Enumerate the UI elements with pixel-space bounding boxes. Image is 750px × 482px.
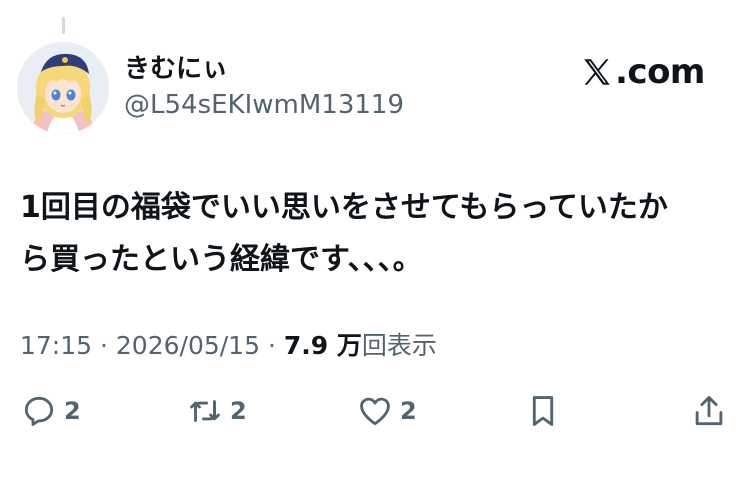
tweet-time[interactable]: 17:15	[20, 331, 92, 360]
bookmark-icon	[532, 396, 554, 426]
heart-icon	[360, 397, 390, 426]
retweet-icon	[190, 400, 220, 422]
bookmark-button[interactable]	[524, 392, 562, 430]
reply-count: 2	[64, 397, 81, 425]
display-name[interactable]: きむにぃ	[124, 52, 404, 86]
anime-avatar-image	[17, 42, 109, 134]
views-count: 7.9 万	[283, 331, 362, 360]
reply-icon	[24, 396, 54, 426]
like-count: 2	[400, 397, 417, 425]
share-icon	[695, 396, 723, 426]
meta-separator: ·	[100, 331, 108, 360]
brand-suffix: .com	[615, 52, 705, 92]
x-logo-icon	[584, 59, 610, 85]
meta-separator: ·	[267, 331, 276, 360]
thread-connector-line	[62, 17, 65, 34]
tweet-text: 1回目の福袋でいい思いをさせてもらっていたか ら買ったという経緯です、、、。	[20, 190, 668, 277]
reply-button[interactable]: 2	[20, 392, 81, 430]
views-label: 回表示	[361, 331, 437, 360]
retweet-button[interactable]: 2	[186, 392, 247, 430]
x-brand: .com	[580, 52, 705, 92]
user-handle[interactable]: @L54sEKIwmM13119	[124, 88, 404, 122]
retweet-count: 2	[230, 397, 247, 425]
tweet-date[interactable]: 2026/05/15	[116, 331, 260, 360]
tweet-meta: 17:15 · 2026/05/15 · 7.9 万回表示	[20, 329, 437, 363]
tweet-author: きむにぃ @L54sEKIwmM13119	[124, 52, 404, 122]
like-button[interactable]: 2	[356, 392, 417, 430]
share-button[interactable]	[690, 392, 728, 430]
avatar[interactable]	[17, 42, 109, 134]
